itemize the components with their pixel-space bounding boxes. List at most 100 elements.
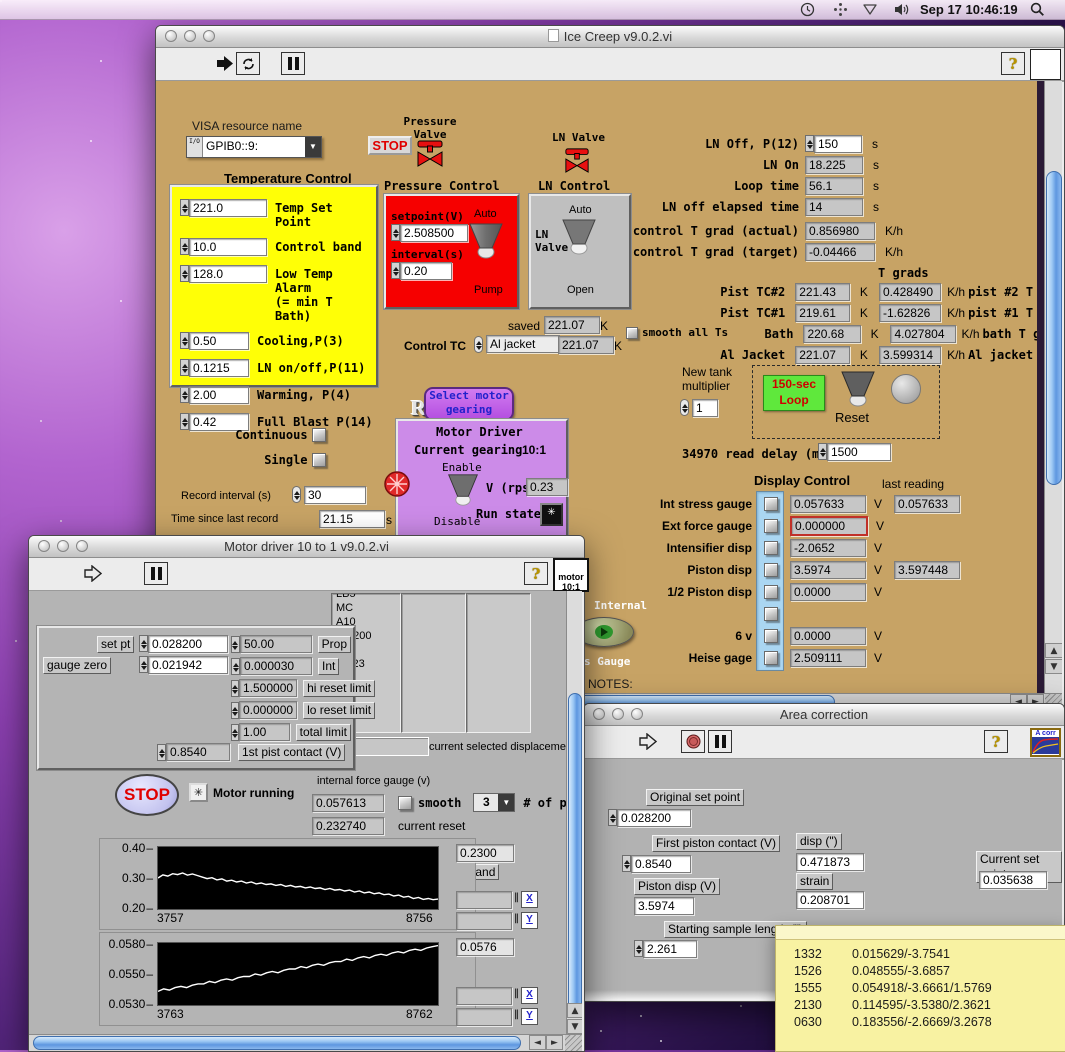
num-pts-dropdown[interactable]: 3 ▼ bbox=[473, 793, 515, 812]
airport-icon[interactable] bbox=[862, 1, 878, 18]
spinner[interactable] bbox=[805, 135, 814, 152]
display-toggle[interactable] bbox=[764, 607, 778, 621]
minimize-button[interactable] bbox=[57, 540, 69, 552]
temp-input[interactable]: 221.0 bbox=[189, 199, 267, 217]
graph1-xscale[interactable]: ‖X bbox=[456, 891, 538, 909]
timer-value[interactable]: 150 bbox=[814, 135, 862, 153]
motor-running-toggle[interactable]: ✳ bbox=[189, 783, 208, 802]
pid-value[interactable]: 1.00 bbox=[239, 723, 290, 741]
zoom-button[interactable] bbox=[76, 540, 88, 552]
temp-input[interactable]: 128.0 bbox=[189, 265, 267, 283]
vi-icon-placeholder[interactable] bbox=[1030, 49, 1061, 80]
run-button[interactable] bbox=[84, 565, 102, 587]
scroll-right-arrow[interactable]: ► bbox=[546, 1035, 563, 1050]
motor-hscrollbar[interactable]: ◄ ► bbox=[29, 1034, 582, 1051]
x-scale-icon[interactable]: X bbox=[521, 987, 538, 1004]
temp-input[interactable]: 0.1215 bbox=[189, 359, 249, 377]
close-button[interactable] bbox=[38, 540, 50, 552]
graph2-xscale[interactable]: ‖X bbox=[456, 987, 538, 1005]
pid-value[interactable]: 0.000000 bbox=[239, 701, 297, 719]
minimize-button[interactable] bbox=[184, 30, 196, 42]
reset-knob[interactable] bbox=[837, 370, 879, 413]
motor-vscrollbar[interactable]: ▲ ▼ bbox=[566, 591, 582, 1035]
x-scale-icon[interactable]: X bbox=[521, 891, 538, 908]
setpt-input[interactable]: 0.028200 bbox=[139, 635, 228, 653]
pid-value[interactable]: 0.000030 bbox=[240, 657, 312, 675]
resize-grip[interactable] bbox=[565, 1035, 582, 1051]
help-button[interactable]: ? bbox=[984, 730, 1008, 753]
display-toggle[interactable] bbox=[764, 651, 778, 665]
y-scale-icon[interactable]: Y bbox=[521, 1008, 538, 1025]
volume-icon[interactable] bbox=[893, 1, 909, 18]
display-toggle[interactable] bbox=[764, 563, 778, 577]
first-contact-input[interactable]: 0.8540 bbox=[622, 855, 691, 873]
select-gearing-button[interactable]: Select motor gearing bbox=[424, 387, 514, 421]
sticky-note[interactable]: 13320.015629/-3.754115260.048555/-3.6857… bbox=[775, 925, 1065, 1052]
display-toggle[interactable] bbox=[764, 629, 778, 643]
zoom-button[interactable] bbox=[631, 708, 643, 720]
graph1-yscale[interactable]: ‖Y bbox=[456, 912, 538, 930]
tank-input[interactable]: 1 bbox=[692, 399, 718, 417]
spinner[interactable] bbox=[231, 636, 240, 653]
list-item[interactable]: LB5 bbox=[336, 593, 396, 601]
chevron-down-icon[interactable]: ▼ bbox=[305, 137, 321, 157]
spinner[interactable] bbox=[231, 680, 239, 697]
spinner[interactable] bbox=[180, 386, 189, 403]
ln-valve-icon[interactable] bbox=[562, 147, 592, 178]
pause-button[interactable] bbox=[144, 562, 168, 585]
universal-access-icon[interactable] bbox=[833, 1, 848, 18]
record-interval-input[interactable]: 30 bbox=[304, 486, 366, 504]
spinner[interactable] bbox=[231, 658, 240, 675]
run-button[interactable] bbox=[639, 733, 657, 755]
setpoint-input[interactable]: 2.508500 bbox=[391, 224, 468, 242]
control-tc-spinner[interactable] bbox=[474, 336, 483, 353]
smooth-all-ts[interactable]: smooth all Ts bbox=[626, 326, 728, 339]
motor-vscroll-thumb[interactable] bbox=[568, 693, 582, 1013]
record-single[interactable]: Single bbox=[196, 451, 326, 469]
read-delay-input[interactable]: 1500 bbox=[818, 443, 891, 461]
scroll-up-arrow[interactable]: ▲ bbox=[567, 1003, 582, 1018]
spinner[interactable] bbox=[180, 265, 189, 282]
gaugezero-input[interactable]: 0.021942 bbox=[139, 656, 228, 674]
visa-resource-combo[interactable]: I/O GPIB0::9: ▼ bbox=[186, 136, 322, 158]
close-button[interactable] bbox=[593, 708, 605, 720]
scroll-left-arrow[interactable]: ◄ bbox=[529, 1035, 546, 1050]
run-button[interactable] bbox=[216, 55, 234, 77]
record-continuous[interactable]: Continuous bbox=[196, 426, 326, 444]
motor-stop-button[interactable]: STOP bbox=[115, 774, 179, 816]
scroll-up-arrow[interactable]: ▲ bbox=[1045, 643, 1062, 658]
spinner[interactable] bbox=[180, 238, 189, 255]
display-toggle[interactable] bbox=[764, 519, 778, 533]
record-interval-spinner[interactable] bbox=[292, 486, 301, 503]
listbox-2[interactable] bbox=[401, 593, 466, 733]
spinner[interactable] bbox=[180, 332, 189, 349]
ice-vscrollbar[interactable]: ▲ ▼ bbox=[1044, 81, 1062, 693]
abort-button[interactable] bbox=[681, 730, 705, 753]
close-button[interactable] bbox=[165, 30, 177, 42]
pause-button[interactable] bbox=[708, 730, 732, 753]
temp-input[interactable]: 0.50 bbox=[189, 332, 249, 350]
motor-hscroll-thumb[interactable] bbox=[33, 1036, 521, 1050]
area-vi-icon[interactable]: A corr bbox=[1030, 728, 1061, 757]
control-tc-selector[interactable]: Al jacket bbox=[486, 335, 560, 353]
window-controls[interactable] bbox=[165, 30, 215, 42]
pressure-valve-icon[interactable] bbox=[414, 139, 446, 172]
sample-length-input[interactable]: 2.261 bbox=[634, 940, 697, 958]
temp-input[interactable]: 2.00 bbox=[189, 386, 249, 404]
minimize-button[interactable] bbox=[612, 708, 624, 720]
spinner[interactable] bbox=[231, 724, 239, 741]
pid-value[interactable]: 1.500000 bbox=[239, 679, 297, 697]
area-title-bar[interactable]: Area correction bbox=[584, 704, 1064, 726]
clock-icon[interactable] bbox=[800, 1, 815, 18]
ice-title-bar[interactable]: Ice Creep v9.0.2.vi bbox=[156, 26, 1064, 48]
spinner[interactable] bbox=[180, 359, 189, 376]
spinner[interactable] bbox=[231, 702, 239, 719]
spotlight-icon[interactable] bbox=[1030, 1, 1045, 18]
interval-input[interactable]: 0.20 bbox=[391, 262, 452, 280]
runstate-button[interactable]: ✳ bbox=[540, 503, 563, 526]
smooth-toggle[interactable] bbox=[398, 796, 412, 810]
tank-spinner[interactable] bbox=[680, 399, 689, 416]
scroll-down-arrow[interactable]: ▼ bbox=[1045, 659, 1062, 674]
run-continuous-button[interactable] bbox=[236, 52, 260, 75]
sticky-note-titlebar[interactable] bbox=[776, 926, 1065, 940]
